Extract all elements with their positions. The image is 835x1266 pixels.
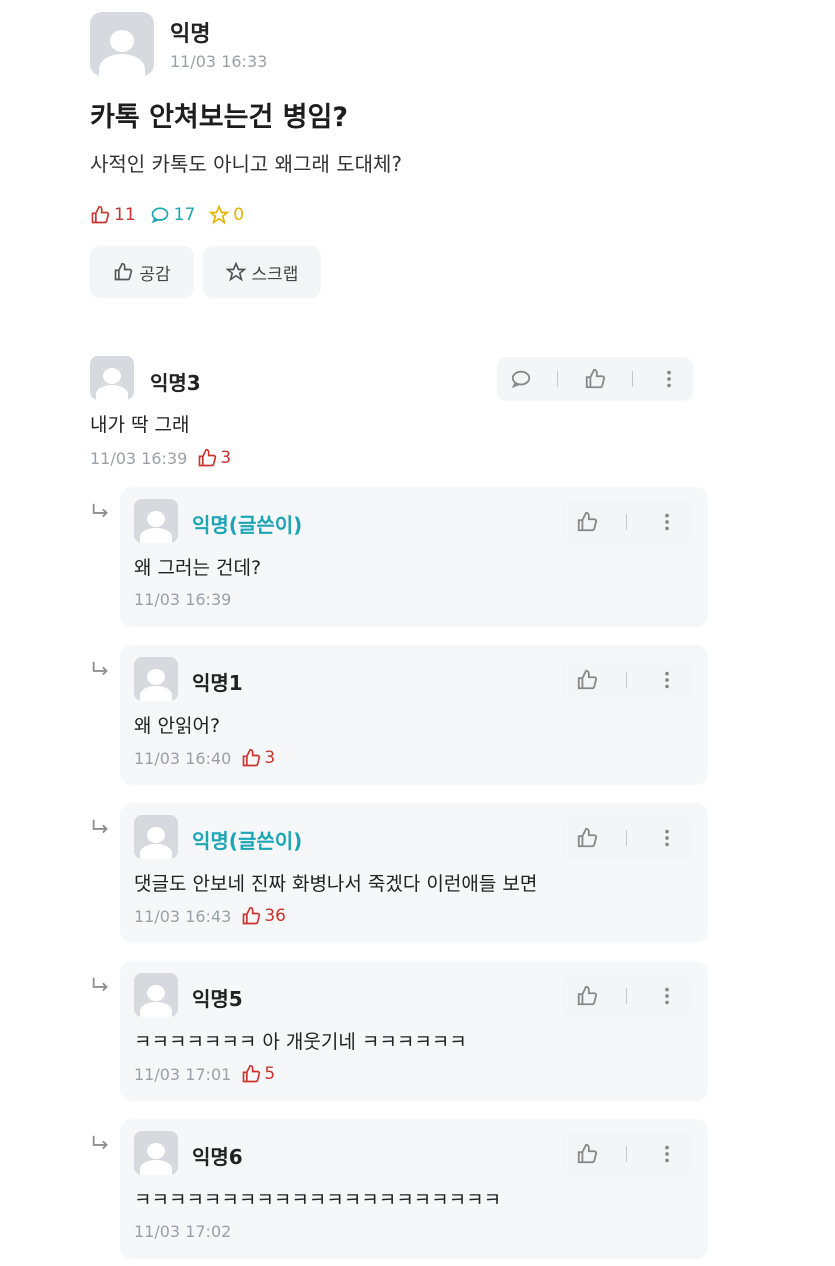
- comment-like-count: 3: [197, 448, 231, 468]
- comment-like-count: 3: [241, 748, 275, 768]
- more-vertical-icon[interactable]: [656, 1143, 678, 1165]
- divider: [631, 371, 633, 387]
- divider: [626, 1146, 628, 1162]
- comment-author: 익명5: [192, 987, 243, 1011]
- post-title: 카톡 안쳐보는건 병임?: [90, 102, 349, 133]
- divider: [626, 830, 628, 846]
- divider: [557, 371, 559, 387]
- comment-toolbar: [562, 658, 692, 702]
- comment-toolbar: [562, 974, 692, 1018]
- comment-author: 익명3: [150, 371, 201, 395]
- comment-meta: 11/03 16:39: [134, 590, 231, 609]
- reply-comment: 익명5 ㅋㅋㅋㅋㅋㅋㅋ 아 개웃기네 ㅋㅋㅋㅋㅋㅋ 11/03 17:01 5: [120, 961, 708, 1101]
- comment-meta: 11/03 16:40 3: [134, 748, 275, 768]
- comment-count: 17: [150, 205, 195, 225]
- reply-comment: 익명6 ㅋㅋㅋㅋㅋㅋㅋㅋㅋㅋㅋㅋㅋㅋㅋㅋㅋㅋㅋㅋㅋ 11/03 17:02: [120, 1119, 708, 1259]
- comment-like-count: 36: [241, 906, 286, 926]
- more-vertical-icon[interactable]: [656, 985, 678, 1007]
- thumbs-up-icon[interactable]: [576, 985, 598, 1007]
- comment-timestamp: 11/03 17:01: [134, 1064, 232, 1084]
- comment-avatar: [90, 356, 134, 400]
- thumbs-up-icon: [115, 262, 133, 281]
- comment-timestamp: 11/03 16:39: [90, 448, 188, 468]
- comment-author: 익명1: [192, 671, 243, 695]
- comment-avatar: [134, 815, 178, 859]
- comment-avatar: [134, 1131, 178, 1175]
- star-icon: [209, 205, 230, 225]
- thumbs-up-icon[interactable]: [576, 511, 598, 533]
- reply-arrow-icon: [90, 1133, 112, 1160]
- comment-avatar: [134, 657, 178, 701]
- comment-toolbar: [562, 1132, 692, 1176]
- divider: [626, 988, 628, 1004]
- divider: [626, 672, 628, 688]
- comment-timestamp: 11/03 17:02: [134, 1222, 232, 1241]
- comment-text: 댓글도 안보네 진짜 화병나서 죽겠다 이런애들 보면: [134, 873, 538, 895]
- comment-toolbar: [562, 500, 692, 544]
- scrap-button[interactable]: 스크랩: [203, 246, 321, 298]
- comment-timestamp: 11/03 16:43: [134, 906, 232, 926]
- reply-comment: 익명(글쓴이) 왜 그러는 건데? 11/03 16:39: [120, 487, 708, 627]
- comment-author: 익명(글쓴이): [192, 513, 303, 537]
- thumbs-up-icon: [242, 1064, 261, 1083]
- like-button[interactable]: 공감: [90, 246, 194, 298]
- thumbs-up-icon[interactable]: [576, 669, 598, 691]
- more-vertical-icon[interactable]: [656, 511, 678, 533]
- thumbs-up-icon: [198, 448, 217, 467]
- thumbs-up-icon: [91, 205, 110, 224]
- comment-avatar: [134, 973, 178, 1017]
- comment-text: 내가 딱 그래: [90, 414, 190, 436]
- comment-author: 익명6: [192, 1145, 243, 1169]
- thumbs-up-icon: [242, 748, 261, 767]
- more-vertical-icon[interactable]: [656, 669, 678, 691]
- more-vertical-icon[interactable]: [656, 827, 678, 849]
- post-author-name: 익명: [170, 22, 211, 47]
- reply-comment: 익명(글쓴이) 댓글도 안보네 진짜 화병나서 죽겠다 이런애들 보면 11/03 …: [120, 803, 708, 943]
- comment-text: ㅋㅋㅋㅋㅋㅋㅋ 아 개웃기네 ㅋㅋㅋㅋㅋㅋ: [134, 1031, 467, 1053]
- post-author-avatar: [90, 12, 154, 76]
- reply-arrow-icon: [90, 817, 112, 844]
- comment-toolbar: [562, 816, 692, 860]
- reply-arrow-icon: [90, 659, 112, 686]
- comment-like-count: 5: [241, 1064, 275, 1084]
- comment-meta: 11/03 16:39 3: [90, 448, 231, 468]
- scrap-count: 0: [209, 205, 244, 225]
- thumbs-up-icon[interactable]: [576, 1143, 598, 1165]
- star-icon: [225, 262, 246, 282]
- comment-author: 익명(글쓴이): [192, 829, 303, 853]
- post-timestamp: 11/03 16:33: [170, 52, 268, 71]
- comment-meta: 11/03 17:02: [134, 1222, 231, 1241]
- divider: [626, 514, 628, 530]
- reply-comment: 익명1 왜 안읽어? 11/03 16:40 3: [120, 645, 708, 785]
- thumbs-up-icon[interactable]: [576, 827, 598, 849]
- comment-timestamp: 11/03 16:39: [134, 590, 232, 609]
- reply-arrow-icon: [90, 975, 112, 1002]
- comment-text: 왜 그러는 건데?: [134, 557, 262, 579]
- like-count: 11: [90, 205, 136, 225]
- post-stats: 11 17 0: [90, 205, 244, 225]
- more-vertical-icon[interactable]: [658, 368, 680, 390]
- thumbs-up-icon[interactable]: [584, 368, 606, 390]
- comment-text: 왜 안읽어?: [134, 715, 221, 737]
- comment-meta: 11/03 17:01 5: [134, 1064, 275, 1084]
- comment-meta: 11/03 16:43 36: [134, 906, 286, 926]
- comment-toolbar: [497, 357, 693, 401]
- comment-avatar: [134, 499, 178, 543]
- comment-timestamp: 11/03 16:40: [134, 748, 232, 768]
- comment-text: ㅋㅋㅋㅋㅋㅋㅋㅋㅋㅋㅋㅋㅋㅋㅋㅋㅋㅋㅋㅋㅋ: [134, 1189, 502, 1211]
- post-body: 사적인 카톡도 아니고 왜그래 도대체?: [90, 152, 403, 176]
- reply-icon[interactable]: [510, 368, 532, 390]
- speech-bubble-icon: [151, 207, 168, 224]
- reply-arrow-icon: [90, 501, 112, 528]
- thumbs-up-icon: [242, 906, 261, 925]
